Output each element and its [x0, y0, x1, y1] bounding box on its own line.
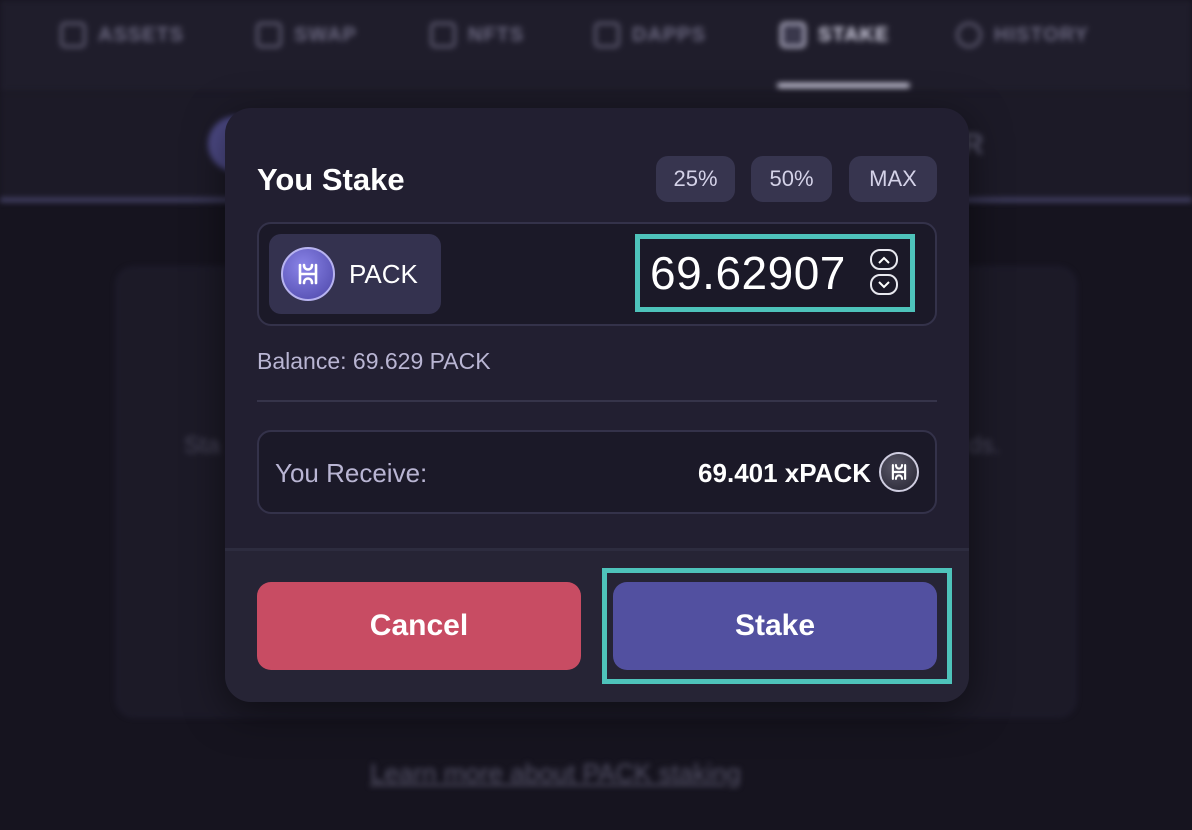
- modal-title: You Stake: [257, 162, 405, 197]
- stake-modal: You Stake 25% 50% MAX PACK 69.62907 Bala…: [225, 108, 969, 702]
- nav-item-history[interactable]: HISTORY: [956, 20, 1089, 50]
- stake-icon: [780, 22, 806, 48]
- nav-item-label: HISTORY: [994, 23, 1089, 46]
- percent-50-button[interactable]: 50%: [751, 156, 832, 202]
- token-name: PACK: [349, 258, 418, 289]
- stake-amount-input[interactable]: 69.62907: [635, 234, 915, 312]
- nav-item-label: ASSETS: [98, 23, 185, 46]
- balance-text: Balance: 69.629 PACK: [257, 348, 491, 374]
- percent-25-button[interactable]: 25%: [656, 156, 735, 202]
- nav-item-label: STAKE: [818, 23, 890, 46]
- token-selector[interactable]: PACK: [269, 234, 441, 314]
- nav-item-label: SWAP: [294, 23, 357, 46]
- wallet-icon: [60, 22, 86, 48]
- grid-icon: [430, 22, 456, 48]
- pack-token-icon: [281, 247, 335, 301]
- receive-box: You Receive: 69.401 xPACK: [257, 430, 937, 514]
- learn-more-link[interactable]: Learn more about PACK staking: [370, 758, 741, 789]
- receive-value: 69.401 xPACK: [698, 458, 871, 488]
- amount-value: 69.62907: [650, 247, 846, 299]
- stake-button[interactable]: Stake: [613, 582, 937, 670]
- nav-item-label: NFTS: [468, 23, 525, 46]
- card-description-end: ds.: [968, 432, 1001, 459]
- nav-item-dapps[interactable]: DAPPS: [594, 20, 706, 50]
- history-icon: [956, 22, 982, 48]
- swap-arrows-icon: [256, 22, 282, 48]
- card-description-start: Sta: [184, 432, 221, 459]
- xpack-token-icon: [879, 452, 919, 492]
- max-button[interactable]: MAX: [849, 156, 937, 202]
- nav-item-stake[interactable]: STAKE: [780, 20, 889, 50]
- nav-item-nfts[interactable]: NFTS: [430, 20, 524, 50]
- stepper-up-icon[interactable]: [870, 249, 898, 270]
- cancel-button[interactable]: Cancel: [257, 582, 581, 670]
- nav-item-assets[interactable]: ASSETS: [60, 20, 184, 50]
- nav-item-swap[interactable]: SWAP: [256, 20, 357, 50]
- amount-stepper[interactable]: [870, 249, 898, 295]
- apps-icon: [594, 22, 620, 48]
- receive-label: You Receive:: [275, 458, 428, 488]
- stepper-down-icon[interactable]: [870, 274, 898, 295]
- active-tab-underline: [777, 83, 910, 88]
- divider: [257, 400, 937, 402]
- nav-item-label: DAPPS: [632, 23, 706, 46]
- stake-amount-box: PACK 69.62907: [257, 222, 937, 326]
